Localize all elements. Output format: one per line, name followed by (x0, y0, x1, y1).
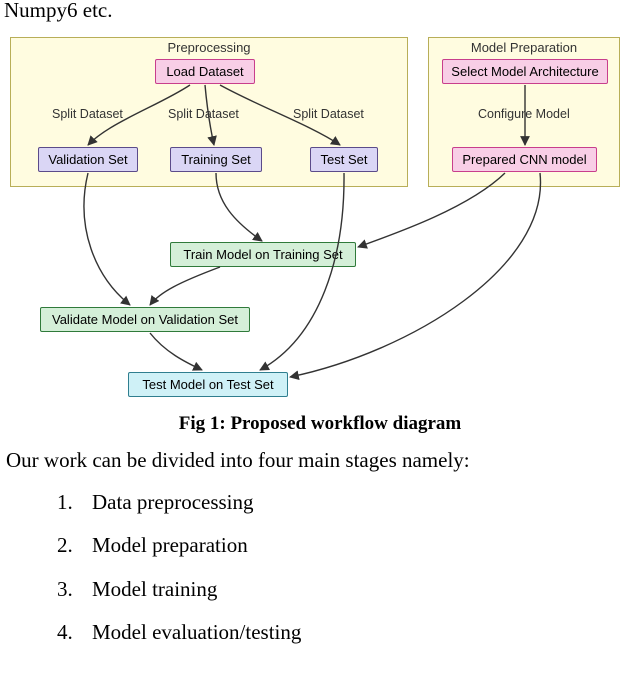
edge-label-configure: Configure Model (478, 107, 570, 121)
node-train-model: Train Model on Training Set (170, 242, 356, 267)
list-item: Model evaluation/testing (78, 611, 640, 654)
intro-paragraph: Our work can be divided into four main s… (0, 445, 640, 475)
figure-caption: Fig 1: Proposed workflow diagram (0, 413, 640, 435)
list-item: Model preparation (78, 524, 640, 567)
stages-list: Data preprocessing Model preparation Mod… (0, 481, 640, 653)
edge-label-split-3: Split Dataset (293, 107, 364, 121)
node-validate-model: Validate Model on Validation Set (40, 307, 250, 332)
node-load-dataset: Load Dataset (155, 59, 255, 84)
edge-label-split-1: Split Dataset (52, 107, 123, 121)
node-training-set: Training Set (170, 147, 262, 172)
node-prepared-cnn: Prepared CNN model (452, 147, 597, 172)
node-test-model: Test Model on Test Set (128, 372, 288, 397)
node-select-architecture: Select Model Architecture (442, 59, 608, 84)
workflow-diagram: Preprocessing Model Preparation Load Dat… (10, 27, 620, 407)
panel-preprocessing-title: Preprocessing (11, 40, 407, 55)
node-test-set: Test Set (310, 147, 378, 172)
list-item: Model training (78, 568, 640, 611)
edge-label-split-2: Split Dataset (168, 107, 239, 121)
clipped-text-top: Numpy6 etc. (0, 0, 640, 27)
node-validation-set: Validation Set (38, 147, 138, 172)
list-item: Data preprocessing (78, 481, 640, 524)
panel-modelprep-title: Model Preparation (429, 40, 619, 55)
